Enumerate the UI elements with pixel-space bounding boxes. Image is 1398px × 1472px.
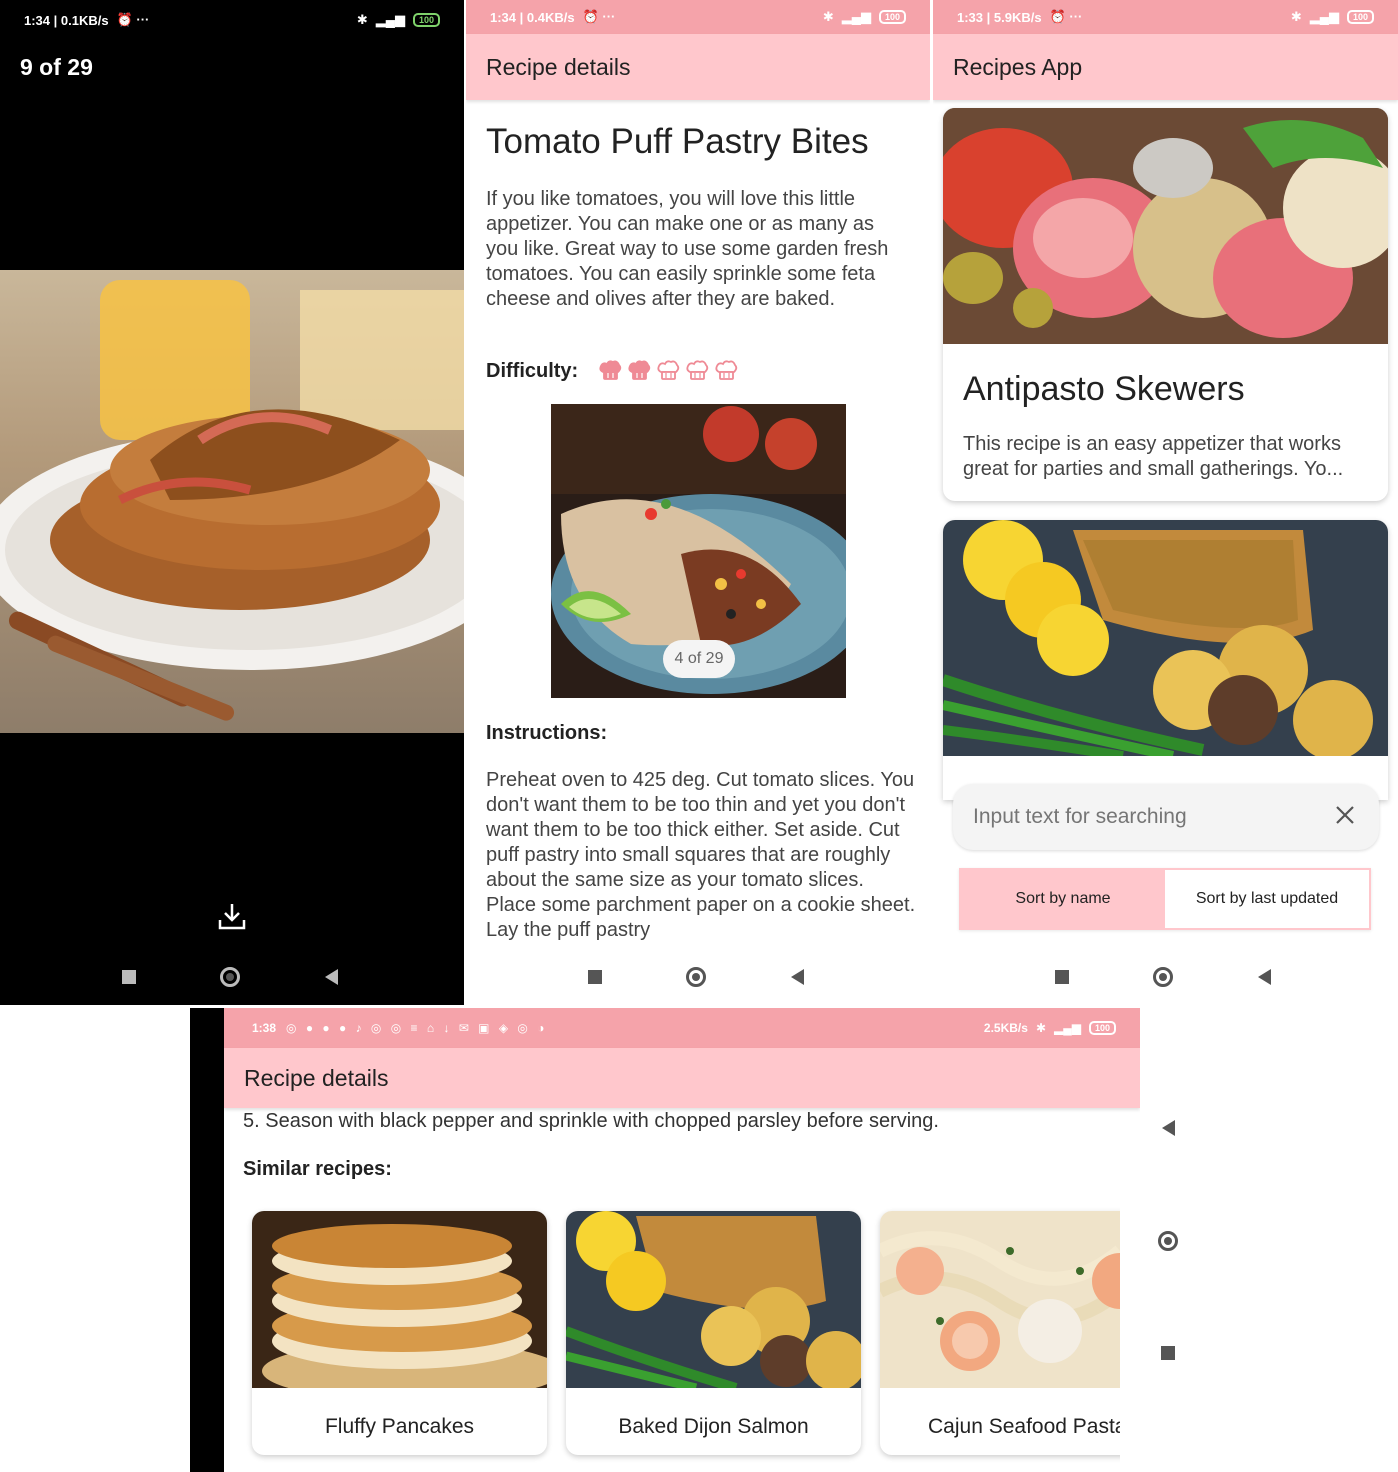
photo-pancakes-apples[interactable]: [0, 270, 464, 733]
instructions-label: Instructions:: [486, 722, 608, 744]
recipe-title: Tomato Puff Pastry Bites: [486, 122, 869, 161]
recipe-card-title: Antipasto Skewers: [963, 370, 1245, 408]
signal-icon: ▂▄▆: [841, 9, 871, 24]
bluetooth-icon: ✱: [1290, 9, 1302, 24]
bluetooth-icon: ✱: [356, 12, 368, 27]
bluetooth-icon: ✱: [1035, 1021, 1046, 1035]
similar-recipe-name: Baked Dijon Salmon: [618, 1414, 809, 1438]
status-time: 1:34 | 0.4KB/s: [490, 9, 575, 25]
alarm-icon: ⏰ ···: [1049, 9, 1083, 24]
system-nav-bar: [546, 962, 846, 992]
scroll-clip: [1120, 1200, 1140, 1472]
instruction-step-5: 5. Season with black pepper and sprinkle…: [243, 1110, 939, 1132]
app-title: Recipes App: [953, 53, 1083, 80]
home-button[interactable]: [1158, 1231, 1178, 1251]
image-counter: 9 of 29: [20, 54, 93, 80]
signal-icon: ▂▄▆: [375, 12, 405, 27]
similar-recipe-name: Fluffy Pancakes: [324, 1414, 475, 1438]
status-bar: 1:34 | 0.1KB/s ⏰ ··· ✱ ▂▄▆ 100: [0, 0, 464, 40]
home-button[interactable]: [1153, 967, 1174, 987]
sort-toggle-group: Sort by name Sort by last updated: [959, 868, 1371, 930]
status-time: 1:34 | 0.1KB/s: [24, 12, 109, 28]
app-bar: Recipes App: [933, 34, 1398, 100]
chef-hat-outline-icon: [715, 360, 738, 380]
back-button[interactable]: [1161, 1120, 1175, 1136]
difficulty-label: Difficulty:: [486, 360, 579, 382]
alarm-icon: ⏰ ···: [116, 12, 150, 27]
chef-hat-filled-icon: [628, 360, 651, 380]
app-bar: Recipe details: [224, 1048, 1140, 1108]
back-button[interactable]: [1257, 969, 1271, 985]
recipe-card-image: [943, 520, 1388, 761]
home-button[interactable]: [686, 967, 707, 987]
home-button[interactable]: [220, 967, 241, 987]
battery-icon: 100: [412, 13, 440, 27]
image-counter-badge: 4 of 29: [663, 640, 735, 678]
status-bar: 1:34 | 0.4KB/s ⏰ ··· ✱ ▂▄▆ 100: [466, 0, 930, 34]
signal-icon: ▂▄▆: [1054, 1021, 1081, 1035]
similar-recipe-card-salmon[interactable]: Baked Dijon Salmon: [566, 1211, 861, 1455]
similar-recipe-name: Cajun Seafood Pasta: [928, 1414, 1127, 1438]
similar-recipe-card-seafood-pasta[interactable]: Cajun Seafood Pasta: [880, 1211, 1140, 1455]
recipe-card-description: This recipe is an easy appetizer that wo…: [963, 433, 1344, 480]
signal-icon: ▂▄▆: [1309, 9, 1339, 24]
app-title: Recipe details: [244, 1064, 389, 1091]
app-bar: Recipe details: [466, 34, 930, 100]
recipes-list-screen: 1:33 | 5.9KB/s ⏰ ··· ✱ ▂▄▆ 100 Recipes A…: [933, 0, 1398, 1005]
back-button[interactable]: [324, 969, 338, 985]
recipe-description: If you like tomatoes, you will love this…: [486, 188, 889, 310]
system-nav-bar: [80, 962, 380, 992]
similar-recipe-image: [252, 1211, 547, 1401]
chef-hat-outline-icon: [657, 360, 680, 380]
sort-by-name-button[interactable]: Sort by name: [961, 870, 1165, 928]
similar-recipe-image: [880, 1211, 1140, 1388]
recipe-card-image: [943, 108, 1388, 344]
system-nav-bar: [1013, 962, 1313, 992]
system-nav-bar-vertical: [1156, 1120, 1180, 1360]
similar-recipe-card-pancakes[interactable]: Fluffy Pancakes: [252, 1211, 547, 1455]
battery-icon: 100: [878, 10, 906, 24]
search-field[interactable]: [953, 784, 1379, 850]
status-speed: 2.5KB/s: [983, 1021, 1028, 1035]
recipe-details-screen: 1:34 | 0.4KB/s ⏰ ··· ✱ ▂▄▆ 100 Recipe de…: [466, 0, 930, 1005]
bluetooth-icon: ✱: [822, 9, 834, 24]
status-time: 1:33 | 5.9KB/s: [957, 9, 1042, 25]
recents-button[interactable]: [1161, 1346, 1175, 1360]
status-bar: 1:38 ◎ ● ● ● ♪ ◎ ◎ ≡ ⌂ ↓ ✉ ▣ ◈ ◎ ◑ 2.5KB…: [224, 1008, 1140, 1048]
battery-icon: 100: [1088, 1021, 1116, 1035]
recipe-photo-carousel[interactable]: 4 of 29: [551, 404, 846, 698]
alarm-icon: ⏰ ···: [582, 9, 616, 24]
instructions-text: Preheat oven to 425 deg. Cut tomato slic…: [486, 769, 916, 941]
similar-recipe-image: [566, 1211, 861, 1393]
chef-hat-filled-icon: [599, 360, 622, 380]
difficulty-rating: [598, 358, 739, 383]
recents-button[interactable]: [1055, 970, 1070, 984]
recipe-details-landscape-screen: 1:38 ◎ ● ● ● ♪ ◎ ◎ ≡ ⌂ ↓ ✉ ▣ ◈ ◎ ◑ 2.5KB…: [224, 1008, 1140, 1472]
similar-recipes-label: Similar recipes:: [243, 1158, 392, 1180]
clear-search-icon[interactable]: [1333, 803, 1357, 827]
status-bar: 1:33 | 5.9KB/s ⏰ ··· ✱ ▂▄▆ 100: [933, 0, 1398, 34]
battery-icon: 100: [1346, 10, 1374, 24]
download-icon[interactable]: [216, 900, 248, 932]
sort-by-updated-button[interactable]: Sort by last updated: [1165, 870, 1369, 928]
recents-button[interactable]: [122, 970, 137, 984]
recipe-card-antipasto[interactable]: Antipasto Skewers This recipe is an easy…: [943, 108, 1388, 501]
image-viewer-screen: 1:34 | 0.1KB/s ⏰ ··· ✱ ▂▄▆ 100 9 of 29: [0, 0, 464, 1005]
chef-hat-outline-icon: [686, 360, 709, 380]
search-input[interactable]: [973, 805, 1313, 829]
recipe-card-salmon[interactable]: [943, 520, 1388, 800]
status-time: 1:38: [252, 1021, 277, 1035]
landscape-left-edge: [190, 1008, 224, 1472]
back-button[interactable]: [790, 969, 804, 985]
app-title: Recipe details: [486, 53, 631, 80]
notification-icons: ◎ ● ● ● ♪ ◎ ◎ ≡ ⌂ ↓ ✉ ▣ ◈ ◎ ◑: [286, 1021, 548, 1035]
recents-button[interactable]: [588, 970, 603, 984]
